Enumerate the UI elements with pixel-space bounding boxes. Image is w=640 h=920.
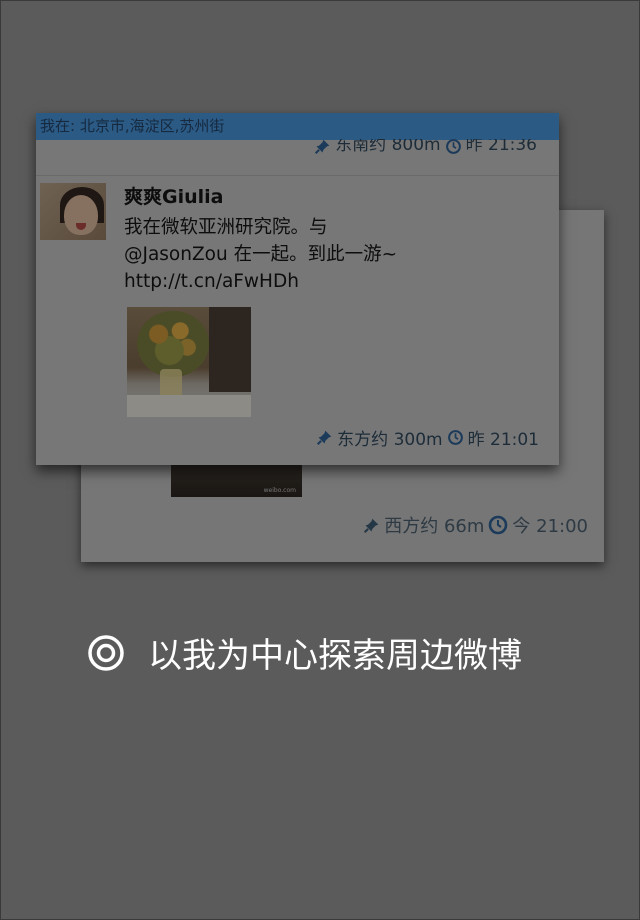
post-direction: 东方约 300m [337, 430, 443, 450]
pin-icon [315, 139, 330, 155]
explore-nearby: 以我为中心探索周边微博 [86, 628, 522, 677]
clock-icon [445, 139, 461, 154]
back-direction: 西方约 66m [384, 516, 485, 537]
post-time: 昨 21:01 [467, 430, 539, 450]
prev-direction: 东南约 800m [335, 139, 441, 155]
pin-icon [364, 518, 379, 533]
back-post-meta: 西方约 66m 今 21:00 [363, 512, 588, 538]
username[interactable]: 爽爽Giulia [124, 182, 223, 209]
avatar[interactable] [40, 183, 106, 240]
current-location-bar: 我在: 北京市,海淀区,苏州街 [36, 113, 559, 140]
pin-icon [317, 430, 332, 446]
clock-icon [489, 515, 508, 535]
divider [36, 175, 559, 176]
explore-text: 以我为中心探索周边微博 [148, 636, 522, 676]
prev-time: 昨 21:36 [465, 139, 537, 155]
previous-post-meta: 东南约 800m 昨 21:36 [314, 139, 537, 155]
back-time: 今 21:00 [512, 516, 588, 537]
current-location-text: 我在: 北京市,海淀区,苏州街 [40, 117, 225, 135]
post-meta: 东方约 300m 昨 21:01 [316, 425, 539, 450]
post-photo[interactable] [127, 307, 251, 417]
post-text: 我在微软亚洲研究院。与 @JasonZou 在一起。到此一游~ http://t… [124, 217, 398, 292]
photo-watermark: weibo.com [263, 487, 296, 494]
weibo-card-front[interactable]: 我在: 北京市,海淀区,苏州街 东南约 800m 昨 21:36 爽爽Giuli… [36, 113, 559, 465]
clock-icon [447, 430, 463, 445]
back-post-photo[interactable]: weibo.com [171, 462, 302, 497]
target-icon [88, 634, 124, 671]
